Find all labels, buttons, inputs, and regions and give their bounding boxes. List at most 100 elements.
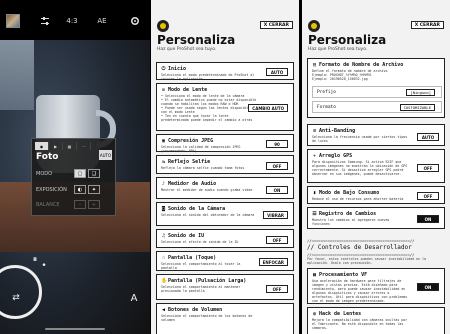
- setting-description: Usa aceleración de hardware para filtraj…: [312, 279, 408, 303]
- ui-sound-icon: ♫: [161, 232, 165, 239]
- format-value-button[interactable]: CUSTOMIZABLE: [399, 103, 435, 111]
- filename-icon: ▤: [312, 61, 316, 68]
- tab-raw[interactable]: ▦: [63, 142, 77, 150]
- balance-button[interactable]: –: [74, 200, 86, 209]
- page-subtitle: Haz que ProShot sea tuyo.: [308, 47, 368, 52]
- setting-description: Selecciona el comportamiento al tocar la…: [161, 262, 241, 270]
- settings-panel-1: X CERRAR Personaliza Haz que ProShot sea…: [151, 0, 299, 334]
- setting-value-button[interactable]: OFF: [266, 162, 288, 170]
- tab-more[interactable]: ⋯: [77, 142, 91, 150]
- setting-card: ⇋ Reflejo Selfie Refleja la cámara selfie …: [156, 155, 294, 174]
- photo-settings-panel: ◉ ▶ ▦ ⋯ Foto AUTO MODO ▢ ❑ EXPOSICIÓN ◐ …: [31, 138, 116, 216]
- setting-value-button[interactable]: ON: [417, 283, 439, 291]
- prefix-label: Prefijo: [317, 89, 336, 95]
- gallery-thumbnail[interactable]: [6, 14, 20, 28]
- anti-banding-icon: ≋: [312, 127, 316, 134]
- setting-value-button[interactable]: OFF: [266, 285, 288, 293]
- pause-icon[interactable]: ⏸: [30, 255, 40, 265]
- setting-title: ✈ Arreglo GPS: [312, 152, 353, 159]
- setting-description: Mostrar el medidor de audio cuando graba…: [161, 188, 253, 192]
- setting-description: • Selecciona el modo de lente de la cáma…: [161, 94, 257, 122]
- setting-title: ◍ Hack de Lentes: [312, 310, 362, 317]
- setting-description: Para dispositivos Samsung. Si activa EXI…: [312, 160, 408, 176]
- ae-lock-button[interactable]: AE: [94, 14, 110, 28]
- setting-card: ✋ Pantalla (Pulsación Larga) Selecciona el…: [156, 274, 294, 300]
- settings-header: X CERRAR Personaliza Haz que ProShot sea…: [151, 0, 299, 58]
- dot-icon[interactable]: •: [40, 261, 48, 271]
- setting-value-button[interactable]: ON: [266, 186, 288, 194]
- close-button[interactable]: X CERRAR: [410, 21, 444, 29]
- card-title: ▤ Formato de Nombre de Archivo: [312, 61, 404, 68]
- proshot-logo: [157, 20, 169, 32]
- setting-card: ▩ Procesamiento VF Usa aceleración de hard…: [307, 268, 445, 304]
- setting-description: Reduce el uso de recursos para ahorrar b…: [312, 197, 404, 201]
- mode-row: MODO ▢ ❑: [32, 169, 117, 178]
- page-subtitle: Haz que ProShot sea tuyo.: [157, 47, 217, 52]
- cpu-icon: ▩: [312, 271, 316, 278]
- setting-card: ◀ Botones de Volumen Selecciona el comport…: [156, 303, 294, 334]
- balance-row: BALANCE – +: [32, 200, 117, 209]
- mode-letter[interactable]: A: [128, 292, 140, 304]
- developer-controls-header: //======================================…: [307, 238, 445, 265]
- exposure-label: EXPOSICIÓN: [36, 186, 67, 193]
- setting-value-button[interactable]: AUTO: [417, 133, 439, 141]
- exposure-alt-button[interactable]: ✦: [88, 185, 100, 194]
- switch-camera-icon[interactable]: ⇄: [10, 292, 22, 304]
- camera-sound-icon: ◙: [161, 205, 165, 212]
- setting-title: ◙ Sonido de la Cámara: [161, 205, 226, 212]
- setting-description: Selecciona la frecuencia usada por ciert…: [312, 135, 408, 143]
- camera-top-bar: 4:3 AE: [0, 0, 150, 40]
- photo-panel-tabs: ◉ ▶ ▦ ⋯: [32, 142, 117, 150]
- setting-value-button[interactable]: OFF: [417, 164, 439, 172]
- aspect-ratio-button[interactable]: 4:3: [64, 14, 80, 28]
- prefix-value-button[interactable]: [Ninguno]: [406, 88, 435, 96]
- setting-title: ▩ Procesamiento VF: [312, 271, 368, 278]
- setting-title: ▣ Compresión JPEG: [161, 137, 214, 144]
- camera-screen: 4:3 AE ◉ ▶ ▦ ⋯ Foto AUTO MODO ▢ ❑ EXPOSI…: [0, 0, 150, 334]
- mode-single-button[interactable]: ▢: [74, 169, 86, 178]
- setting-value-button[interactable]: OFF: [266, 236, 288, 244]
- setting-description: Selecciona el comportamiento de los boto…: [161, 314, 253, 322]
- setting-description: Refleja la cámara selfie cuando toma fot…: [161, 166, 245, 170]
- balance-alt-button[interactable]: +: [88, 200, 100, 209]
- setting-title: ⏻ Inicio: [161, 65, 187, 72]
- auto-button[interactable]: AUTO: [99, 150, 112, 160]
- proshot-logo: [308, 20, 320, 32]
- setting-card: ⏻ Inicio Selecciona el modo predeterminado…: [156, 62, 294, 81]
- setting-value-button[interactable]: 90: [266, 140, 288, 148]
- setting-value-button[interactable]: ON: [417, 215, 439, 223]
- exposure-button[interactable]: ◐: [74, 185, 86, 194]
- mode-label: MODO: [36, 170, 53, 177]
- page-title: Personaliza: [157, 33, 236, 47]
- exposure-row: EXPOSICIÓN ◐ ✦: [32, 185, 117, 194]
- speaker-icon: ♪: [161, 180, 165, 187]
- setting-card: ◍ Hack de Lentes Mejora la compatibilidad …: [307, 307, 445, 334]
- lens-hack-icon: ◍: [312, 310, 316, 317]
- setting-value-button[interactable]: AUTO: [266, 68, 288, 76]
- tab-video[interactable]: ▶: [49, 142, 63, 150]
- setting-title: ◀ Botones de Volumen: [161, 306, 223, 313]
- setting-title: ▮ Modo de Bajo Consumo: [312, 189, 380, 196]
- settings-sliders-icon[interactable]: [38, 14, 52, 28]
- setting-value-button[interactable]: OFF: [417, 192, 439, 200]
- mode-burst-button[interactable]: ❑: [88, 169, 100, 178]
- separator-line: //======================================…: [307, 238, 415, 243]
- card-description: Define el formato de nombre de archivo E…: [312, 69, 388, 81]
- setting-value-button[interactable]: VIBRAR: [263, 211, 288, 219]
- setting-card: ☰ Registro de Cambios Muestra los cambios …: [307, 207, 445, 229]
- close-button[interactable]: X CERRAR: [259, 21, 293, 29]
- setting-value-button[interactable]: ENFOCAR: [258, 258, 288, 266]
- section-title: // Controles de Desarrollador: [307, 244, 412, 251]
- setting-value-button[interactable]: CAMBIO AUTO: [248, 104, 288, 112]
- photo-panel-title: Foto: [36, 152, 59, 162]
- setting-card: ◎ Modo de Lente • Selecciona el modo de le…: [156, 83, 294, 131]
- setting-card: ♫ Sonido de IU Selecciona el efecto de son…: [156, 229, 294, 248]
- setting-title: ♫ Sonido de IU: [161, 232, 205, 239]
- setting-description: Muestra los cambios al agregarse nuevas …: [312, 218, 390, 226]
- gear-icon[interactable]: [128, 14, 142, 28]
- setting-card: ✈ Arreglo GPS Para dispositivos Samsung. S…: [307, 149, 445, 183]
- lens-icon: ◎: [161, 86, 165, 93]
- nav-gesture-bar[interactable]: [45, 328, 105, 330]
- format-field: Formato CUSTOMIZABLE: [312, 101, 442, 113]
- tab-camera[interactable]: ◉: [35, 142, 49, 150]
